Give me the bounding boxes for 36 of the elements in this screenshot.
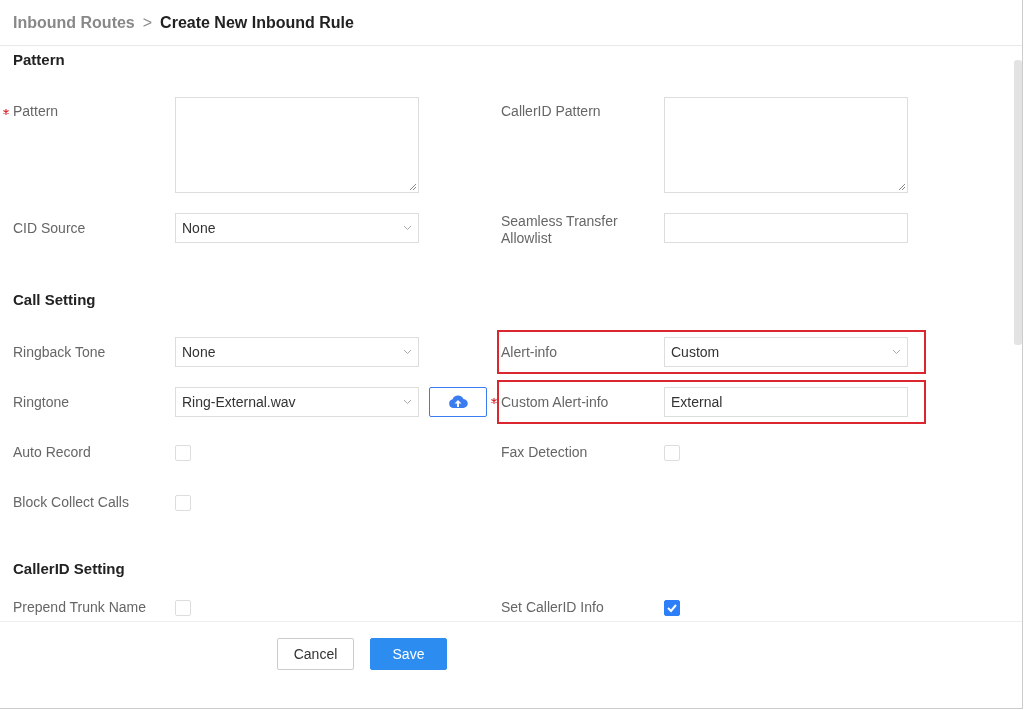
field-label: CallerID Pattern <box>501 103 601 120</box>
chevron-down-icon <box>403 349 412 355</box>
field-label: Seamless Transfer Allowlist <box>501 213 619 247</box>
field-label: Fax Detection <box>501 443 588 461</box>
upload-button[interactable] <box>429 387 487 417</box>
cloud-upload-icon <box>448 395 468 409</box>
checkbox[interactable] <box>664 600 680 616</box>
cancel-button[interactable]: Cancel <box>277 638 354 670</box>
field-label: Auto Record <box>13 443 91 461</box>
field-label: Prepend Trunk Name <box>13 598 147 616</box>
field-label: Ringtone <box>13 393 70 411</box>
section-title: Call Setting <box>13 290 97 310</box>
breadcrumb-separator: > <box>142 13 153 32</box>
chevron-down-icon <box>403 225 412 231</box>
chevron-down-icon <box>892 349 901 355</box>
field-label: Custom Alert-info <box>501 393 609 411</box>
field-label: Alert-info <box>501 343 558 361</box>
scrollbar[interactable] <box>1014 60 1022 345</box>
input-field[interactable] <box>664 213 908 243</box>
chevron-down-icon <box>403 399 412 405</box>
select-field[interactable]: Custom <box>664 337 908 367</box>
page-title: Create New Inbound Rule <box>160 13 354 32</box>
field-label: Set CallerID Info <box>501 598 604 616</box>
select-field[interactable]: Ring-External.wav <box>175 387 419 417</box>
field-label: Pattern <box>13 103 59 120</box>
field-label: Block Collect Calls <box>13 493 129 511</box>
breadcrumb-link[interactable]: Inbound Routes <box>13 13 135 32</box>
field-label: CID Source <box>13 219 86 237</box>
section-title: Pattern <box>13 50 66 70</box>
section-title: CallerID Setting <box>13 559 126 579</box>
select-field[interactable]: None <box>175 337 419 367</box>
resize-grip-icon[interactable] <box>409 183 417 191</box>
select-field[interactable]: None <box>175 213 419 243</box>
field-label: Ringback Tone <box>13 343 106 361</box>
input-field[interactable]: External <box>664 387 908 417</box>
resize-grip-icon[interactable] <box>898 183 906 191</box>
